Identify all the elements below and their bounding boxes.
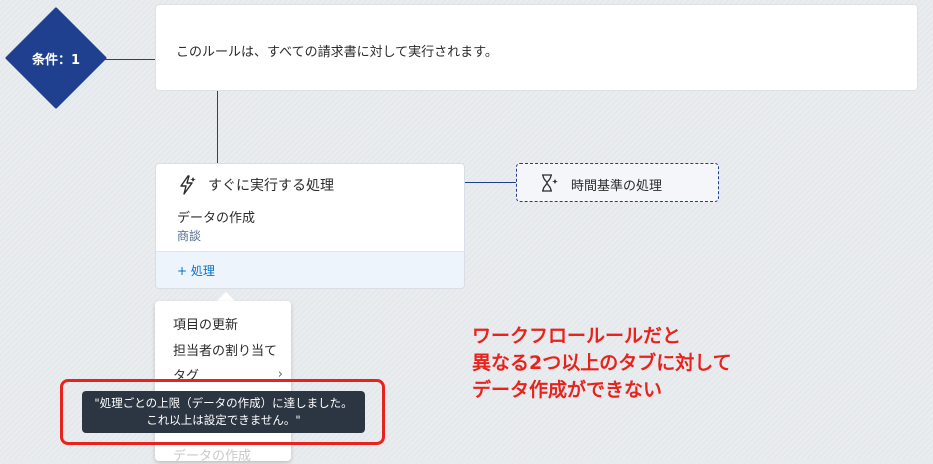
- condition-label: 条件：1: [31, 52, 81, 68]
- add-action-button[interactable]: + 処理: [177, 262, 215, 279]
- rule-card[interactable]: このルールは、すべての請求書に対して実行されます。: [155, 4, 918, 91]
- highlight-box: [60, 379, 385, 445]
- action-object: 商談: [177, 229, 202, 243]
- connector-action-to-time: [465, 182, 516, 183]
- annotation-line-2: 異なる2つ以上のタブに対して: [472, 352, 732, 374]
- annotation-line-1: ワークフロールールだと: [472, 325, 682, 347]
- immediate-action-header: すぐに実行する処理: [176, 174, 334, 196]
- menu-item-create-record: データの作成: [173, 449, 252, 464]
- time-based-action-label: 時間基準の処理: [571, 179, 663, 194]
- annotation-text: ワークフロールールだと 異なる2つ以上のタブに対して データ作成ができない: [472, 323, 732, 404]
- time-based-action-card[interactable]: 時間基準の処理: [516, 163, 719, 202]
- hourglass-icon: [542, 174, 558, 192]
- connector-rule-to-action: [217, 91, 218, 163]
- add-action-row[interactable]: + 処理: [156, 251, 464, 288]
- menu-item-assign-owner[interactable]: 担当者の割り当て: [173, 340, 277, 359]
- workflow-canvas: 条件：1 このルールは、すべての請求書に対して実行されます。 すぐに実行する処理…: [0, 0, 933, 464]
- annotation-line-3: データ作成ができない: [472, 379, 663, 401]
- connector-diamond-to-rule: [105, 59, 155, 60]
- action-name[interactable]: データの作成: [177, 207, 255, 226]
- immediate-action-title: すぐに実行する処理: [208, 178, 334, 194]
- rule-description: このルールは、すべての請求書に対して実行されます。: [176, 45, 498, 60]
- menu-caret: [217, 292, 235, 301]
- lightning-bolt-icon: [180, 175, 196, 195]
- immediate-action-card[interactable]: すぐに実行する処理 データの作成 商談 + 処理: [155, 163, 465, 289]
- condition-diamond[interactable]: 条件：1: [5, 7, 107, 109]
- menu-item-update-field[interactable]: 項目の更新: [173, 314, 238, 333]
